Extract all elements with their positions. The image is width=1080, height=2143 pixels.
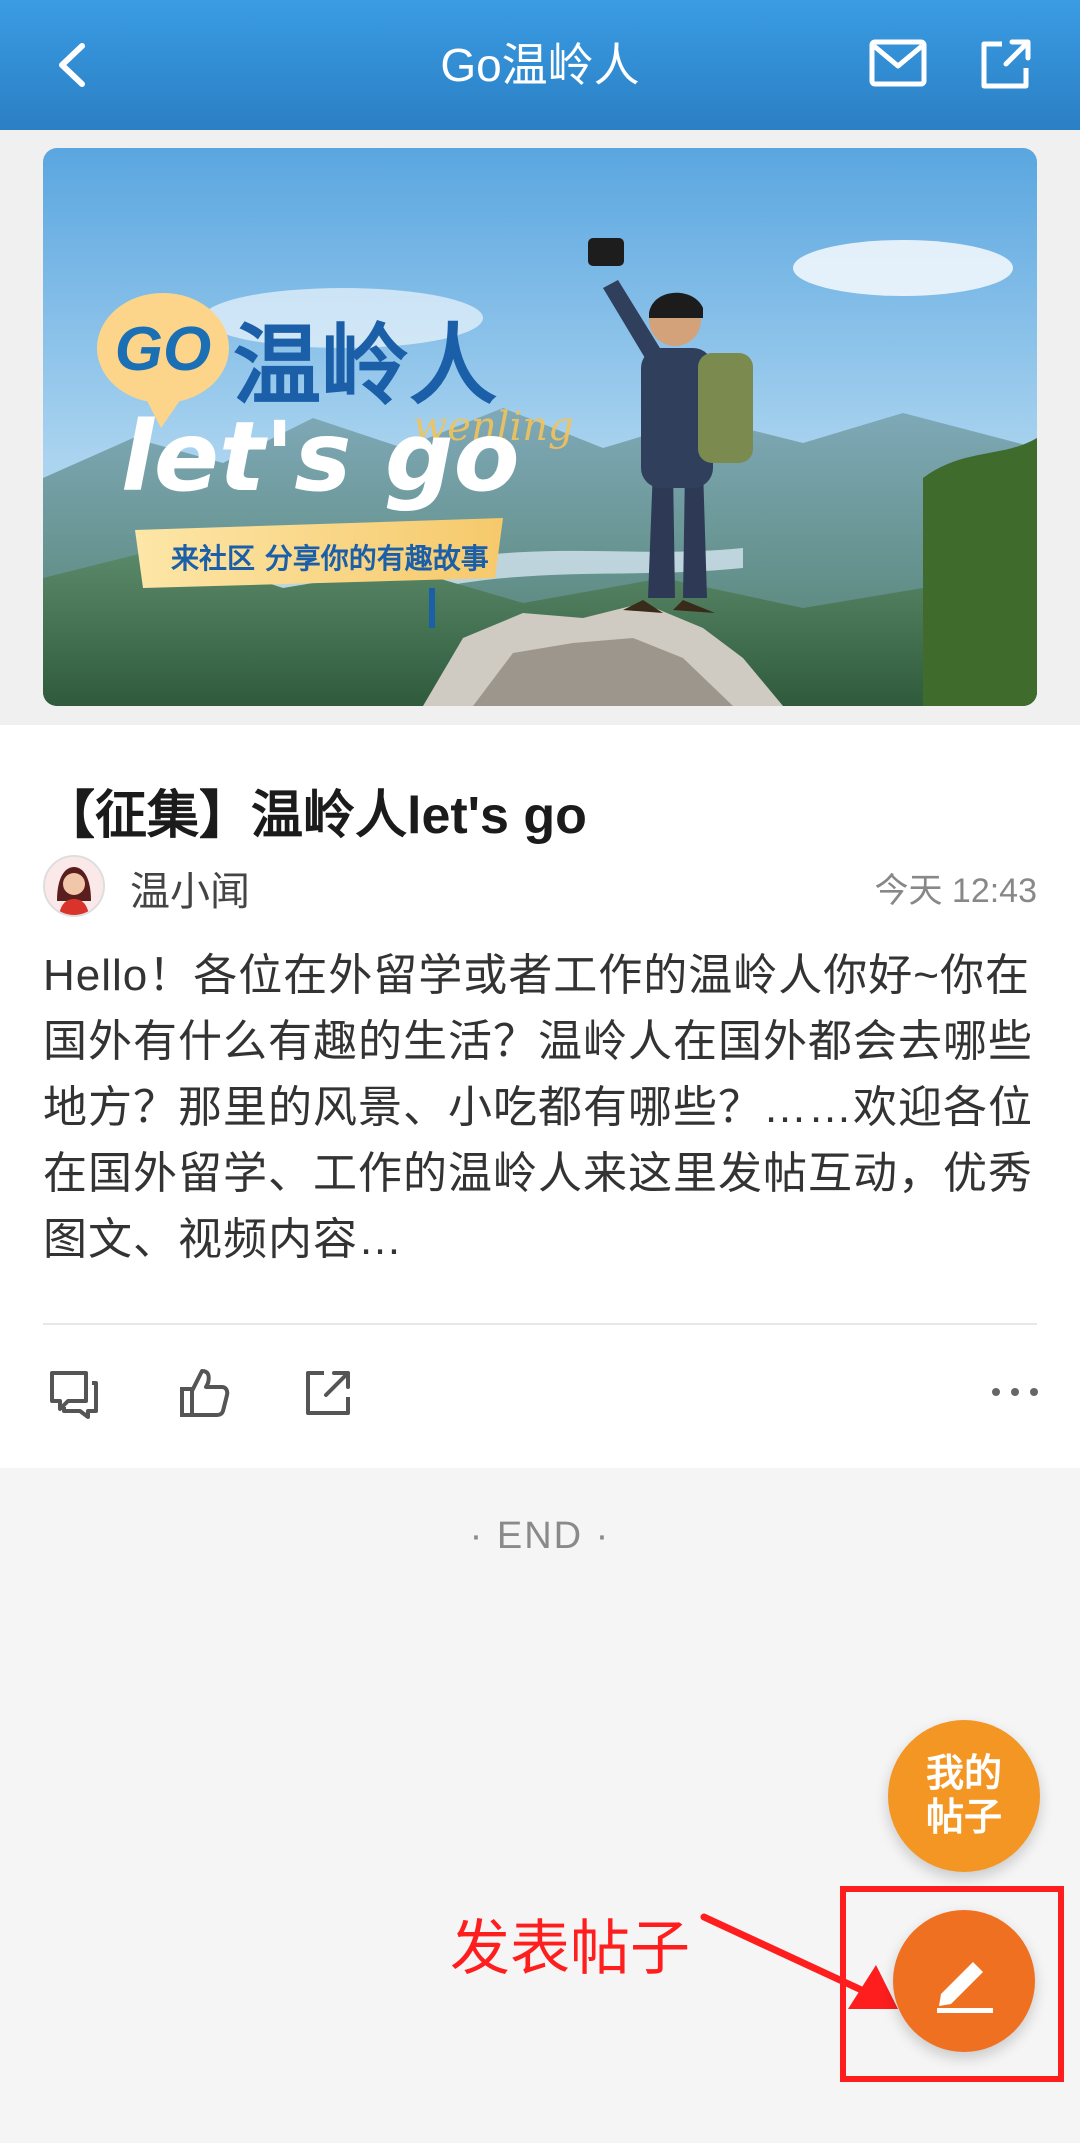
comment-icon <box>50 1371 98 1419</box>
banner-area: GO 温岭人 wenling let's go 来社区 分享你的有趣故事 <box>0 130 1080 725</box>
my-posts-label-line1: 我的 <box>925 1753 1002 1795</box>
author-avatar[interactable] <box>43 855 105 917</box>
banner-slogan: let's go <box>121 401 520 513</box>
thumbs-up-icon <box>180 1369 230 1417</box>
more-dots-icon <box>992 1388 1038 1396</box>
banner-image[interactable]: GO 温岭人 wenling let's go 来社区 分享你的有趣故事 <box>43 148 1037 706</box>
compose-post-button[interactable] <box>893 1910 1035 2052</box>
top-bar: Go温岭人 <box>0 0 1080 130</box>
my-posts-label-line2: 帖子 <box>925 1797 1002 1839</box>
post-title[interactable]: 【征集】温岭人let's go <box>43 773 587 848</box>
like-button[interactable] <box>176 1365 232 1421</box>
more-button[interactable] <box>990 1385 1040 1397</box>
pencil-icon <box>937 1962 993 2013</box>
post-summary[interactable]: Hello！各位在外留学或者工作的温岭人你好~你在国外有什么有趣的生活？温岭人在… <box>43 943 1043 1273</box>
share-icon <box>306 1371 350 1415</box>
post-time: 今天 12:43 <box>874 872 1037 910</box>
post-share-button[interactable] <box>300 1365 356 1421</box>
mail-icon <box>869 39 927 87</box>
my-posts-button[interactable]: 我的 帖子 <box>888 1720 1040 1872</box>
banner-logo-go: GO <box>115 315 211 384</box>
post-card[interactable]: 【征集】温岭人let's go 温小闻 今天 12:43 Hello！各位在外留… <box>0 725 1080 1468</box>
share-icon <box>981 39 1031 89</box>
end-marker: · END · <box>469 1515 611 1557</box>
author-name[interactable]: 温小闻 <box>130 859 250 917</box>
banner-tagline: 来社区 分享你的有趣故事 <box>171 542 489 575</box>
comment-button[interactable] <box>46 1365 102 1421</box>
annotation-label: 发表帖子 <box>450 1915 690 1982</box>
message-button[interactable] <box>868 36 928 92</box>
header-share-button[interactable] <box>976 34 1036 94</box>
divider <box>43 1323 1037 1325</box>
